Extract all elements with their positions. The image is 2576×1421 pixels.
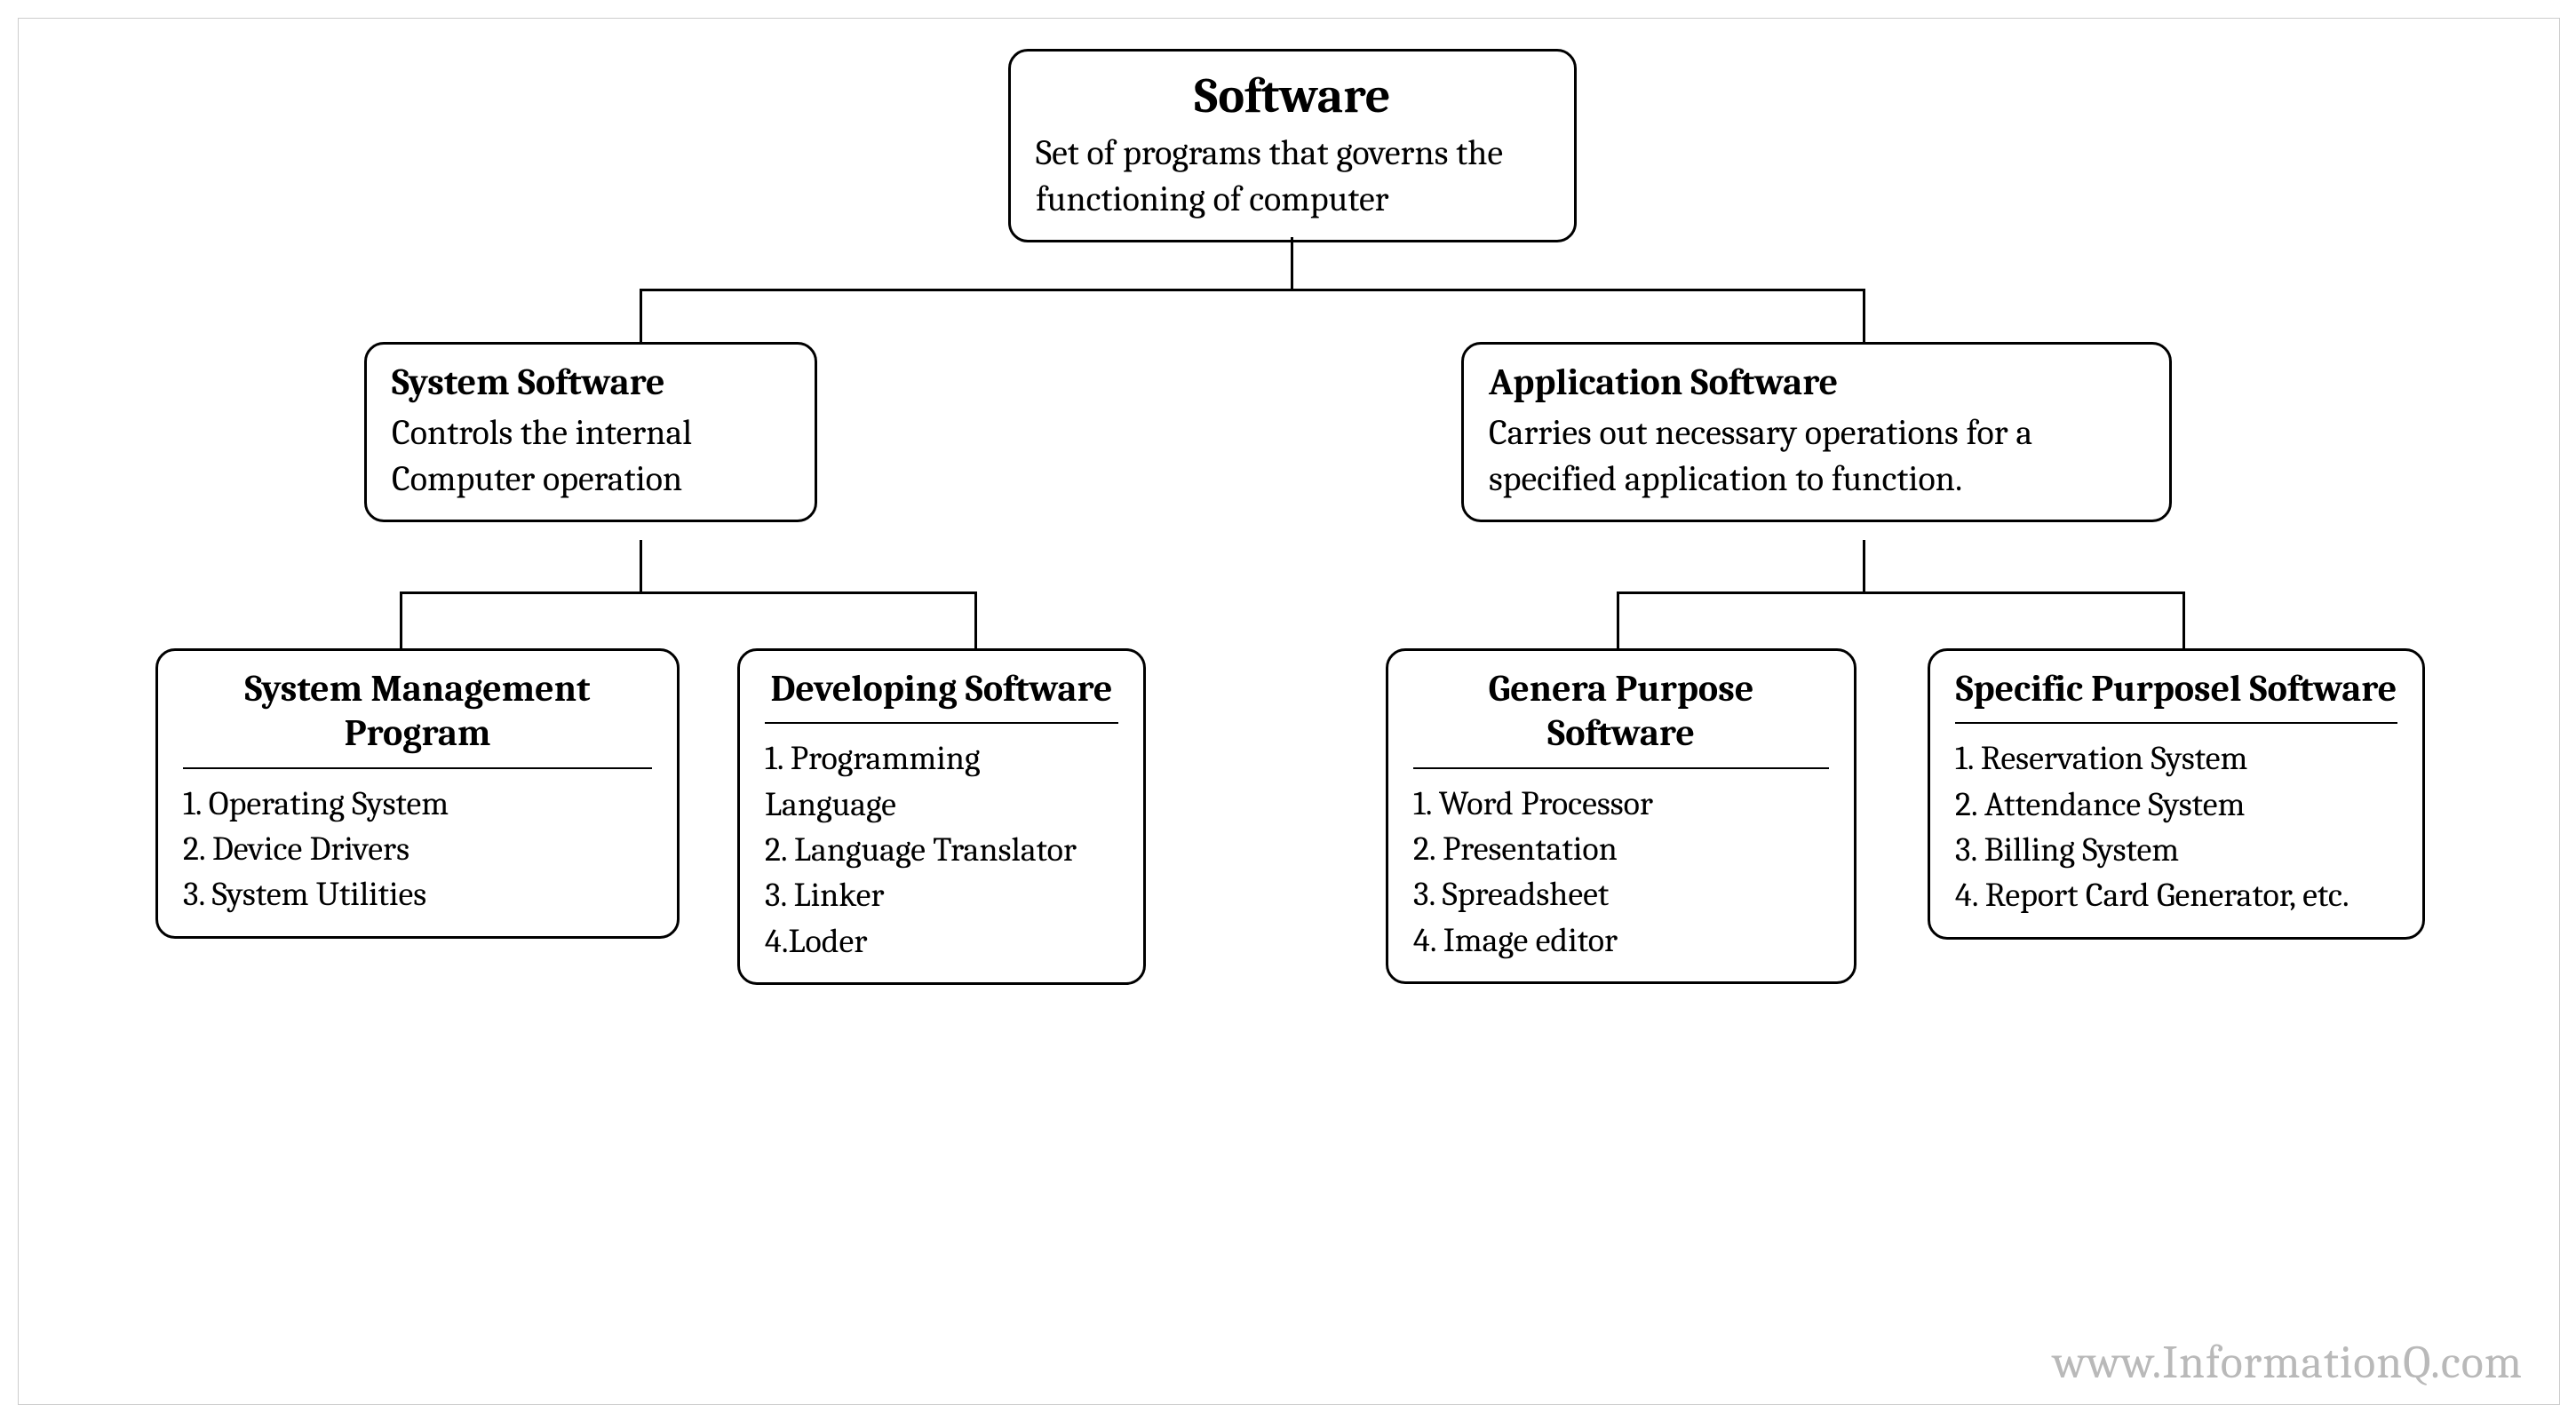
list-item: 2. Language Translator <box>765 828 1118 873</box>
node-application-software-desc: Carries out necessary operations for a s… <box>1489 409 2144 502</box>
list-item: 2. Presentation <box>1413 827 1829 872</box>
watermark-text: www.InformationQ.com <box>2053 1336 2523 1389</box>
list-item: 1. Programming Language <box>765 736 1118 828</box>
list-item: 4. Report Card Generator, etc. <box>1955 873 2397 918</box>
node-developing-software: Developing Software 1. Programming Langu… <box>737 648 1146 985</box>
list-item: 2. Attendance System <box>1955 782 2397 828</box>
list-item: 3. System Utilities <box>183 872 652 917</box>
node-software-title: Software <box>1036 67 1549 124</box>
node-software: Software Set of programs that governs th… <box>1008 49 1577 242</box>
node-general-purpose-software: Genera Purpose Software 1. Word Processo… <box>1386 648 1856 984</box>
list-item: 1. Operating System <box>183 782 652 827</box>
list-item: 1. Reservation System <box>1955 736 2397 782</box>
node-system-software-title: System Software <box>392 361 790 404</box>
node-system-management-program: System Management Program 1. Operating S… <box>155 648 680 939</box>
list-item: 4. Image editor <box>1413 918 1829 964</box>
node-spec-purpose-items: 1. Reservation System 2. Attendance Syst… <box>1955 736 2397 918</box>
node-system-software-desc: Controls the internal Computer operation <box>392 409 790 502</box>
node-sys-mgmt-title: System Management Program <box>183 667 652 757</box>
list-item: 2. Device Drivers <box>183 827 652 872</box>
list-item: 4.Loder <box>765 919 1118 965</box>
node-dev-sw-items: 1. Programming Language 2. Language Tran… <box>765 736 1118 964</box>
node-dev-sw-title: Developing Software <box>765 667 1118 711</box>
node-spec-purpose-title: Specific Purposel Software <box>1955 667 2397 711</box>
node-application-software: Application Software Carries out necessa… <box>1461 342 2172 522</box>
node-gen-purpose-items: 1. Word Processor 2. Presentation 3. Spr… <box>1413 782 1829 964</box>
list-item: 3. Linker <box>765 873 1118 918</box>
node-software-desc: Set of programs that governs the functio… <box>1036 130 1549 222</box>
list-item: 3. Billing System <box>1955 828 2397 873</box>
list-item: 3. Spreadsheet <box>1413 872 1829 917</box>
node-system-software: System Software Controls the internal Co… <box>364 342 817 522</box>
node-gen-purpose-title: Genera Purpose Software <box>1413 667 1829 757</box>
list-item: 1. Word Processor <box>1413 782 1829 827</box>
node-sys-mgmt-items: 1. Operating System 2. Device Drivers 3.… <box>183 782 652 918</box>
node-specific-purpose-software: Specific Purposel Software 1. Reservatio… <box>1928 648 2425 940</box>
node-application-software-title: Application Software <box>1489 361 2144 404</box>
